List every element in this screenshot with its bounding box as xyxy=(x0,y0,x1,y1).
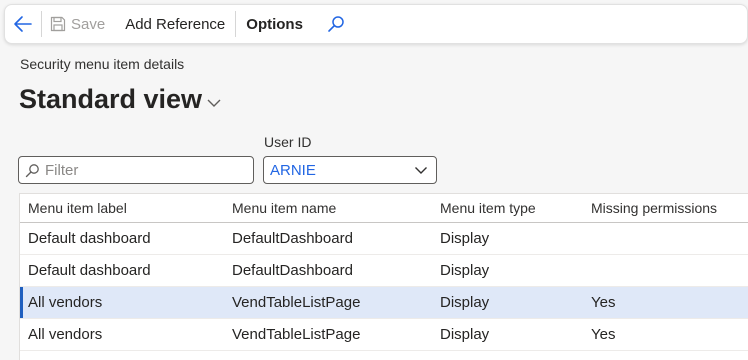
menu-items-grid: Menu item label Menu item name Menu item… xyxy=(19,193,748,360)
cell-menu-item-label: Default dashboard xyxy=(28,262,151,279)
filter-field[interactable] xyxy=(18,156,254,184)
cell-menu-item-name: DefaultDashboard xyxy=(232,230,353,247)
cell-menu-item-type: Display xyxy=(440,294,490,311)
view-selector[interactable]: Standard view xyxy=(19,84,222,115)
cell-menu-item-type: Display xyxy=(440,262,490,279)
search-button[interactable] xyxy=(319,5,353,43)
column-header-menu-item-type[interactable]: Menu item type xyxy=(440,200,536,216)
table-row[interactable]: Default dashboard DefaultDashboard Displ… xyxy=(20,255,748,287)
chevron-down-icon xyxy=(207,99,221,107)
cell-menu-item-label: All vendors xyxy=(28,326,103,343)
cell-menu-item-name: DefaultDashboard xyxy=(232,262,353,279)
search-icon xyxy=(328,16,344,32)
column-header-missing-permissions[interactable]: Missing permissions xyxy=(591,200,717,216)
table-row-selected[interactable]: All vendors VendTableListPage Display Ye… xyxy=(20,287,748,319)
add-reference-button[interactable]: Add Reference xyxy=(115,5,235,43)
search-icon xyxy=(25,163,39,177)
user-id-label: User ID xyxy=(264,134,312,150)
back-button[interactable] xyxy=(5,5,41,43)
cell-menu-item-label: Default dashboard xyxy=(28,230,151,247)
table-row[interactable]: Default dashboard DefaultDashboard Displ… xyxy=(20,223,748,255)
user-id-dropdown[interactable]: ARNIE xyxy=(263,156,437,184)
chevron-down-icon xyxy=(415,166,427,174)
user-id-value: ARNIE xyxy=(270,161,316,179)
save-button[interactable]: Save xyxy=(42,5,115,43)
cell-menu-item-type: Display xyxy=(440,326,490,343)
save-label: Save xyxy=(71,15,106,33)
cell-menu-item-name: VendTableListPage xyxy=(232,294,361,311)
page-caption: Security menu item details xyxy=(20,56,185,72)
cell-menu-item-name: VendTableListPage xyxy=(232,326,361,343)
options-button[interactable]: Options xyxy=(236,5,313,43)
column-header-menu-item-label[interactable]: Menu item label xyxy=(28,200,127,216)
cell-menu-item-label: All vendors xyxy=(28,294,103,311)
grid-header: Menu item label Menu item name Menu item… xyxy=(20,194,748,223)
action-pane: Save Add Reference Options xyxy=(4,4,748,44)
back-arrow-icon xyxy=(14,16,32,32)
cell-missing-permissions: Yes xyxy=(591,294,616,311)
column-header-menu-item-name[interactable]: Menu item name xyxy=(232,200,336,216)
view-name: Standard view xyxy=(19,84,203,114)
cell-missing-permissions: Yes xyxy=(591,326,616,343)
save-icon xyxy=(50,16,66,32)
filter-input[interactable] xyxy=(45,161,245,179)
cell-menu-item-type: Display xyxy=(440,230,490,247)
table-row[interactable]: All vendors VendTableListPage Display Ye… xyxy=(20,319,748,351)
